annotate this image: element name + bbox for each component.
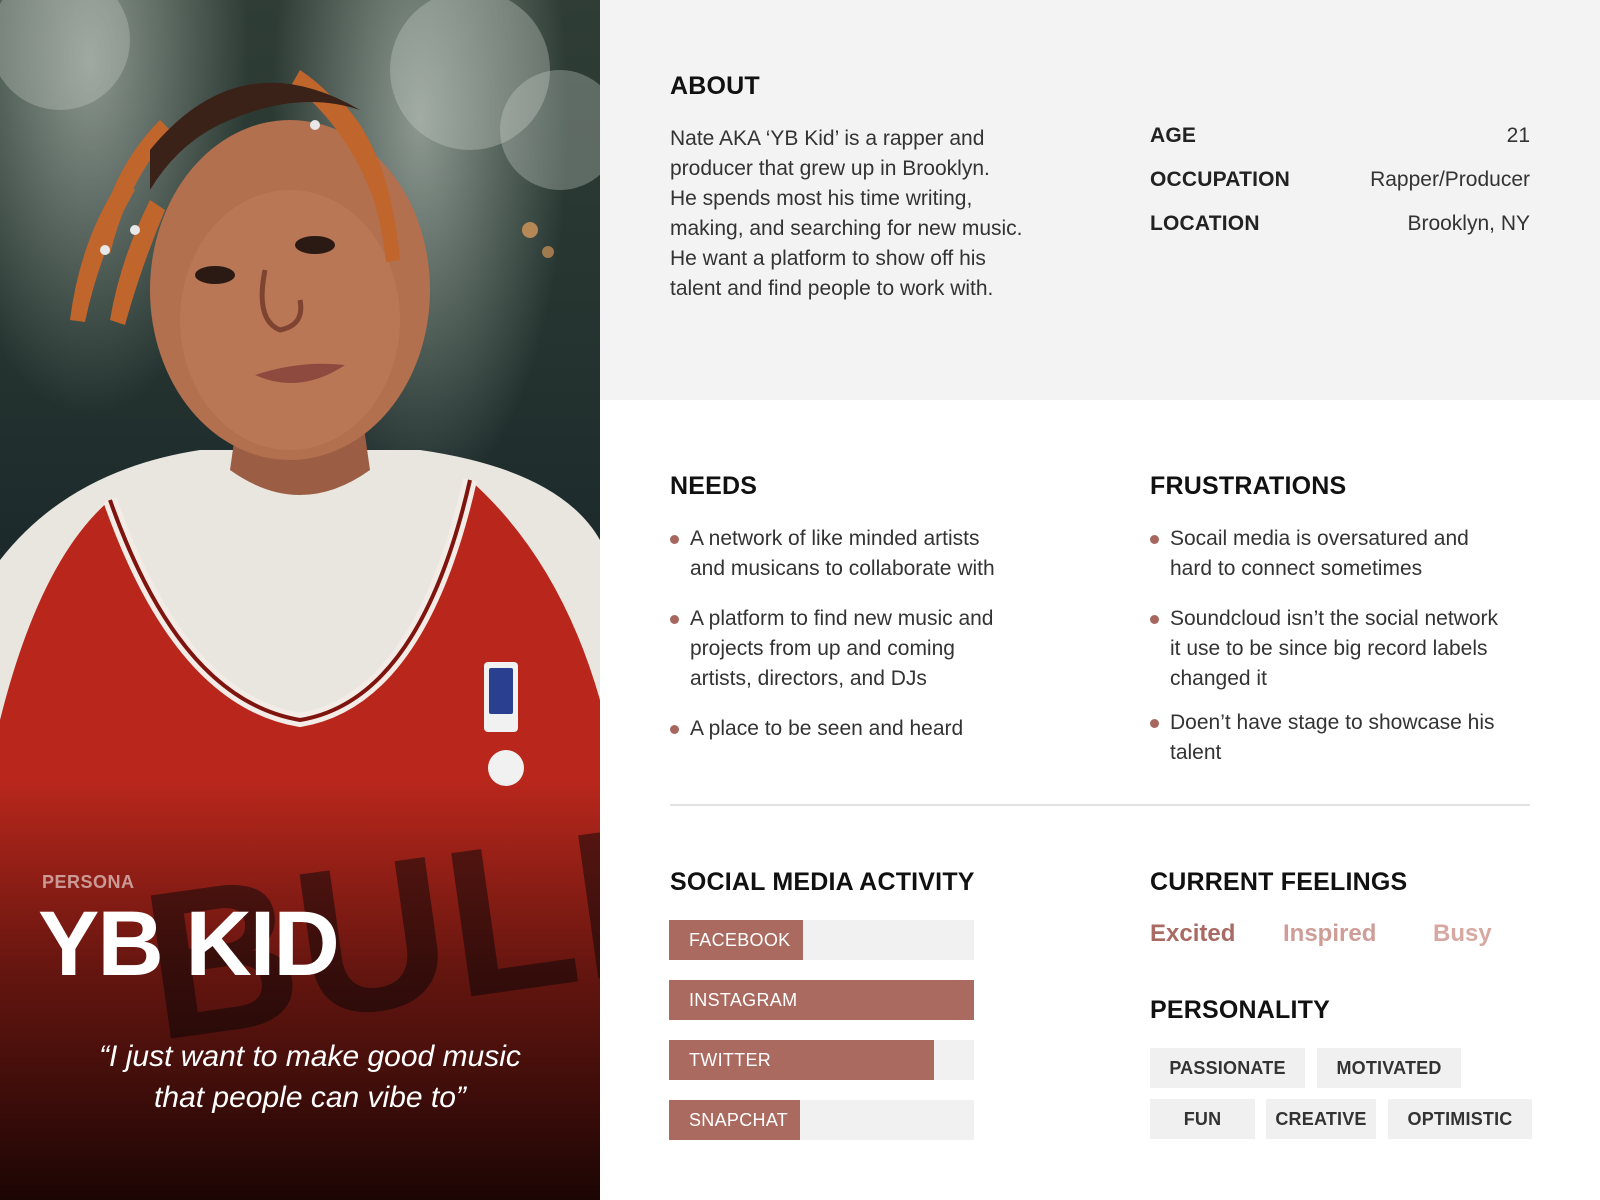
social-heading: SOCIAL MEDIA ACTIVITY (670, 868, 975, 896)
about-line: making, and searching for new music. (670, 217, 1023, 240)
list-item-line: A platform to find new music and (690, 607, 994, 630)
stat-key: OCCUPATION (1150, 168, 1291, 191)
personality-tag: PASSIONATE (1150, 1048, 1305, 1088)
list-item-line: A network of like minded artists (690, 527, 980, 550)
social-bar-label: INSTAGRAM (689, 990, 798, 1010)
persona-photo: BULLS PERSONA YB KID “I just want to mak… (0, 0, 600, 1200)
personality-tag: MOTIVATED (1317, 1048, 1461, 1088)
social-bar-facebook: FACEBOOK (669, 920, 974, 960)
social-bar-label: SNAPCHAT (689, 1110, 789, 1130)
list-item-line: and musicans to collaborate with (690, 557, 995, 580)
list-item-line: projects from up and coming (690, 637, 955, 660)
stat-location: LOCATION Brooklyn, NY (1150, 212, 1530, 242)
feeling-inspired: Inspired (1283, 920, 1377, 947)
bullet-dot-icon (1150, 615, 1159, 624)
stat-occupation: OCCUPATION Rapper/Producer (1150, 168, 1530, 198)
personality-tag: FUN (1150, 1099, 1255, 1139)
stat-value: Rapper/Producer (1370, 168, 1530, 191)
list-item-line: Socail media is oversatured and (1170, 527, 1469, 550)
personality-tag: OPTIMISTIC (1388, 1099, 1532, 1139)
list-item-line: A place to be seen and heard (690, 717, 964, 740)
stat-key: AGE (1150, 124, 1197, 147)
persona-quote: “I just want to make good music that peo… (30, 1036, 590, 1118)
feeling-excited: Excited (1150, 920, 1236, 947)
bullet-dot-icon (670, 615, 679, 624)
personality-tag: CREATIVE (1266, 1099, 1376, 1139)
social-bar-instagram: INSTAGRAM (669, 980, 974, 1020)
social-bar-twitter: TWITTER (669, 1040, 974, 1080)
feeling-busy: Busy (1433, 920, 1492, 947)
social-bar-label: FACEBOOK (689, 930, 791, 950)
social-bar-label: TWITTER (689, 1050, 772, 1070)
about-heading: ABOUT (670, 72, 760, 100)
list-item-line: it use to be since big record labels (1170, 637, 1488, 660)
list-item: Doen’t have stage to showcase his talent (1150, 708, 1540, 768)
list-item-line: talent (1170, 741, 1222, 764)
stat-value: Brooklyn, NY (1407, 212, 1530, 235)
persona-name: YB KID (38, 893, 340, 995)
bullet-dot-icon (1150, 535, 1159, 544)
about-line: Nate AKA ‘YB Kid’ is a rapper and (670, 127, 985, 150)
about-line: He spends most his time writing, (670, 187, 973, 210)
bullet-dot-icon (670, 725, 679, 734)
list-item: Soundcloud isn’t the social network it u… (1150, 604, 1540, 694)
list-item: A platform to find new music and project… (670, 604, 1070, 694)
frustrations-heading: FRUSTRATIONS (1150, 472, 1347, 500)
stat-value: 21 (1506, 124, 1530, 147)
section-divider (670, 804, 1530, 806)
about-line: He want a platform to show off his (670, 247, 986, 270)
personality-heading: PERSONALITY (1150, 996, 1330, 1024)
list-item-line: changed it (1170, 667, 1267, 690)
needs-list: A network of like minded artists and mus… (670, 524, 1070, 744)
about-text: Nate AKA ‘YB Kid’ is a rapper and produc… (670, 124, 1070, 304)
quote-line: “I just want to make good music (99, 1040, 521, 1073)
list-item: A place to be seen and heard (670, 714, 1070, 744)
feelings-heading: CURRENT FEELINGS (1150, 868, 1408, 896)
quote-line: that people can vibe to” (154, 1081, 466, 1114)
bullet-dot-icon (1150, 719, 1159, 728)
list-item: Socail media is oversatured and hard to … (1150, 524, 1540, 584)
social-bar-snapchat: SNAPCHAT (669, 1100, 974, 1140)
stat-age: AGE 21 (1150, 124, 1530, 154)
list-item-line: Doen’t have stage to showcase his (1170, 711, 1495, 734)
list-item-line: hard to connect sometimes (1170, 557, 1423, 580)
list-item-line: artists, directors, and DJs (690, 667, 927, 690)
list-item: A network of like minded artists and mus… (670, 524, 1070, 584)
stat-key: LOCATION (1150, 212, 1260, 235)
frustrations-list: Socail media is oversatured and hard to … (1150, 524, 1540, 768)
persona-label: PERSONA (42, 872, 135, 892)
about-line: talent and find people to work with. (670, 277, 994, 300)
list-item-line: Soundcloud isn’t the social network (1170, 607, 1499, 630)
needs-heading: NEEDS (670, 472, 758, 500)
about-line: producer that grew up in Brooklyn. (670, 157, 990, 180)
bullet-dot-icon (670, 535, 679, 544)
